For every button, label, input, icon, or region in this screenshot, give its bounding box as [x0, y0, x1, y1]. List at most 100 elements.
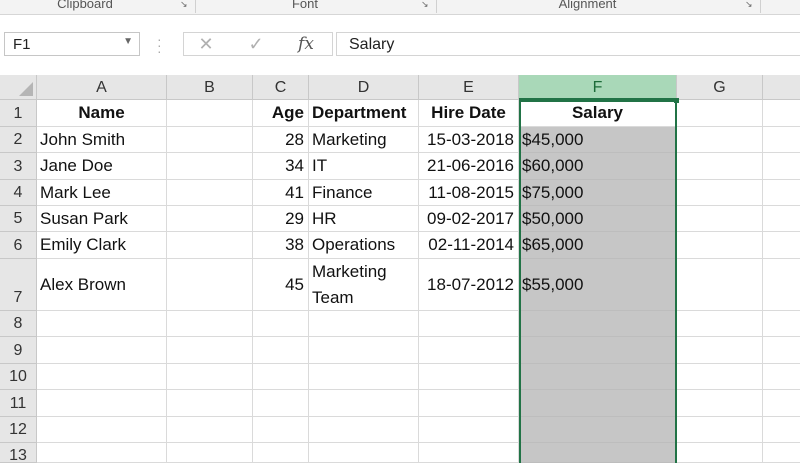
row-header-5[interactable]: 5: [0, 206, 37, 232]
column-header-h[interactable]: [763, 75, 800, 100]
cell-g3[interactable]: [677, 153, 763, 180]
cell-d3[interactable]: IT: [309, 153, 419, 180]
cell-c9[interactable]: [253, 337, 309, 364]
clipboard-launcher-icon[interactable]: ↘: [180, 0, 189, 9]
select-all-button[interactable]: [0, 75, 37, 100]
cell-d10[interactable]: [309, 364, 419, 390]
cell-h1[interactable]: [763, 100, 800, 127]
cell-e13[interactable]: [419, 443, 519, 463]
name-box[interactable]: F1 ▼: [4, 32, 140, 56]
cell-h9[interactable]: [763, 337, 800, 364]
enter-icon[interactable]: ✓: [242, 34, 270, 54]
cell-a8[interactable]: [37, 311, 167, 337]
cell-f3[interactable]: $60,000: [519, 153, 677, 180]
cell-a12[interactable]: [37, 417, 167, 443]
cell-c11[interactable]: [253, 390, 309, 417]
cell-h8[interactable]: [763, 311, 800, 337]
cell-g7[interactable]: [677, 259, 763, 311]
cell-f11[interactable]: [519, 390, 677, 417]
cell-a11[interactable]: [37, 390, 167, 417]
cell-g5[interactable]: [677, 206, 763, 232]
row-header-11[interactable]: 11: [0, 390, 37, 417]
cell-f5[interactable]: $50,000: [519, 206, 677, 232]
row-header-12[interactable]: 12: [0, 417, 37, 443]
cell-b12[interactable]: [167, 417, 253, 443]
cell-f4[interactable]: $75,000: [519, 180, 677, 206]
cell-d4[interactable]: Finance: [309, 180, 419, 206]
cell-a7[interactable]: Alex Brown: [37, 259, 167, 311]
cell-g10[interactable]: [677, 364, 763, 390]
cancel-icon[interactable]: ✕: [192, 34, 220, 54]
cell-f13[interactable]: [519, 443, 677, 463]
cell-b7[interactable]: [167, 259, 253, 311]
column-header-c[interactable]: C: [253, 75, 309, 100]
row-header-8[interactable]: 8: [0, 311, 37, 337]
cell-d5[interactable]: HR: [309, 206, 419, 232]
cell-b2[interactable]: [167, 127, 253, 153]
cell-b9[interactable]: [167, 337, 253, 364]
cell-g8[interactable]: [677, 311, 763, 337]
column-header-d[interactable]: D: [309, 75, 419, 100]
cell-e6[interactable]: 02-11-2014: [419, 232, 519, 259]
cell-f12[interactable]: [519, 417, 677, 443]
cell-b4[interactable]: [167, 180, 253, 206]
cell-c7[interactable]: 45: [253, 259, 309, 311]
cell-h13[interactable]: [763, 443, 800, 463]
column-header-e[interactable]: E: [419, 75, 519, 100]
cell-d7[interactable]: Marketing Team: [309, 259, 419, 311]
cell-a5[interactable]: Susan Park: [37, 206, 167, 232]
cell-a9[interactable]: [37, 337, 167, 364]
cell-e12[interactable]: [419, 417, 519, 443]
cell-d11[interactable]: [309, 390, 419, 417]
cell-b5[interactable]: [167, 206, 253, 232]
cell-a3[interactable]: Jane Doe: [37, 153, 167, 180]
cell-h4[interactable]: [763, 180, 800, 206]
chevron-down-icon[interactable]: ▼: [123, 36, 133, 47]
column-header-f[interactable]: F: [519, 75, 677, 100]
row-header-6[interactable]: 6: [0, 232, 37, 259]
cell-d2[interactable]: Marketing: [309, 127, 419, 153]
cell-g2[interactable]: [677, 127, 763, 153]
ribbon-group-clipboard[interactable]: Clipboard: [20, 0, 150, 14]
cell-f2[interactable]: $45,000: [519, 127, 677, 153]
cell-h12[interactable]: [763, 417, 800, 443]
cell-c13[interactable]: [253, 443, 309, 463]
cell-f9[interactable]: [519, 337, 677, 364]
cell-d9[interactable]: [309, 337, 419, 364]
cell-d8[interactable]: [309, 311, 419, 337]
cell-b11[interactable]: [167, 390, 253, 417]
cell-e5[interactable]: 09-02-2017: [419, 206, 519, 232]
cell-c12[interactable]: [253, 417, 309, 443]
row-header-13[interactable]: 13: [0, 443, 37, 464]
cell-c8[interactable]: [253, 311, 309, 337]
cell-h3[interactable]: [763, 153, 800, 180]
cell-h7[interactable]: [763, 259, 800, 311]
cell-e3[interactable]: 21-06-2016: [419, 153, 519, 180]
cell-e9[interactable]: [419, 337, 519, 364]
column-header-b[interactable]: B: [167, 75, 253, 100]
cell-e1[interactable]: Hire Date: [419, 100, 519, 127]
cell-f8[interactable]: [519, 311, 677, 337]
cell-d1[interactable]: Department: [309, 100, 419, 127]
cell-c6[interactable]: 38: [253, 232, 309, 259]
cell-e11[interactable]: [419, 390, 519, 417]
cell-g11[interactable]: [677, 390, 763, 417]
cell-b8[interactable]: [167, 311, 253, 337]
cell-f10[interactable]: [519, 364, 677, 390]
cell-h11[interactable]: [763, 390, 800, 417]
cell-e7[interactable]: 18-07-2012: [419, 259, 519, 311]
row-header-1[interactable]: 1: [0, 100, 37, 127]
row-header-2[interactable]: 2: [0, 127, 37, 153]
cell-f7[interactable]: $55,000: [519, 259, 677, 311]
cell-b6[interactable]: [167, 232, 253, 259]
cell-e4[interactable]: 11-08-2015: [419, 180, 519, 206]
cell-b3[interactable]: [167, 153, 253, 180]
ribbon-group-alignment[interactable]: Alignment: [520, 0, 655, 14]
cell-g4[interactable]: [677, 180, 763, 206]
cell-a2[interactable]: John Smith: [37, 127, 167, 153]
cell-c3[interactable]: 34: [253, 153, 309, 180]
cell-c1[interactable]: Age: [253, 100, 309, 127]
cell-a13[interactable]: [37, 443, 167, 463]
cell-g9[interactable]: [677, 337, 763, 364]
cell-a10[interactable]: [37, 364, 167, 390]
